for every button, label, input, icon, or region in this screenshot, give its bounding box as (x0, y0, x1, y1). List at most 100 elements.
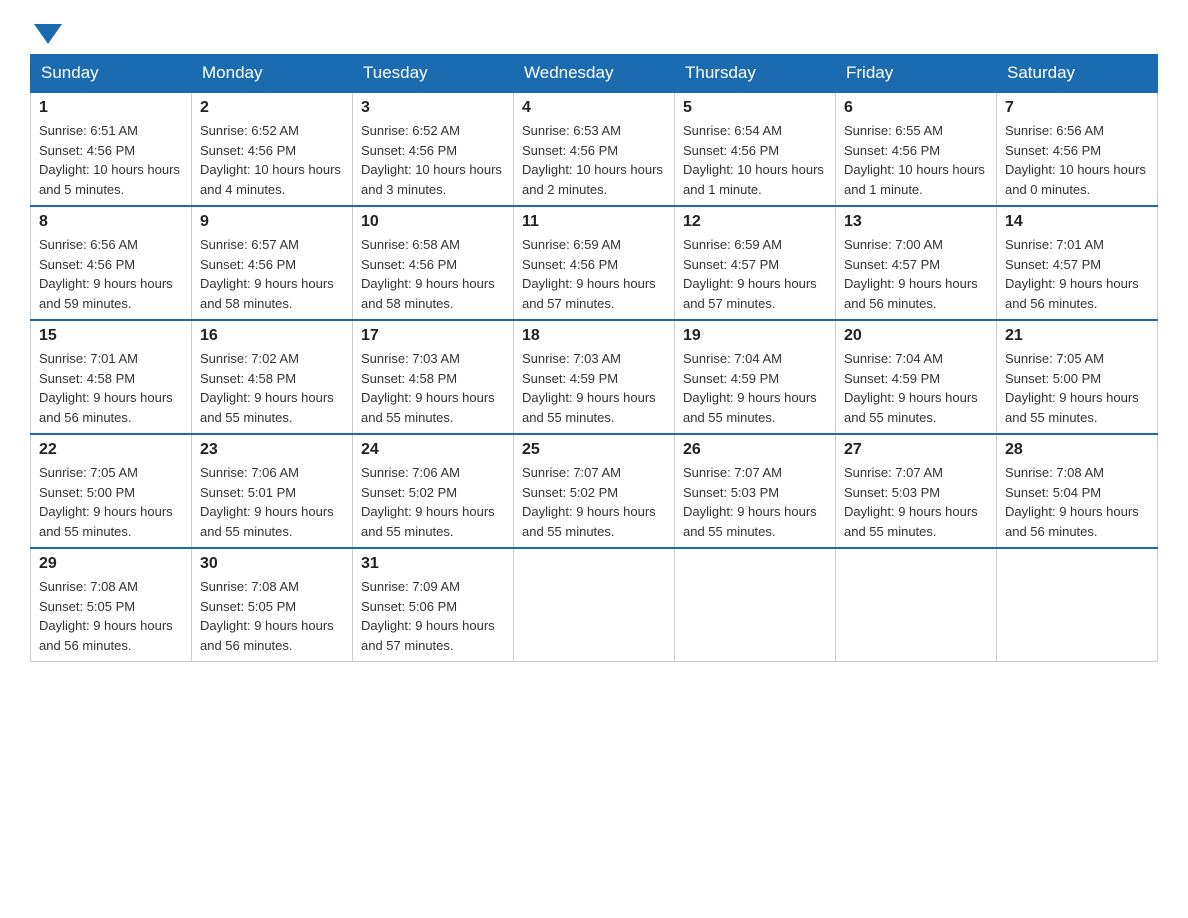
calendar-week-row: 1 Sunrise: 6:51 AM Sunset: 4:56 PM Dayli… (31, 92, 1158, 206)
day-number: 13 (844, 213, 988, 231)
calendar-week-row: 29 Sunrise: 7:08 AM Sunset: 5:05 PM Dayl… (31, 548, 1158, 662)
calendar-header-row: SundayMondayTuesdayWednesdayThursdayFrid… (31, 55, 1158, 93)
column-header-saturday: Saturday (997, 55, 1158, 93)
day-info: Sunrise: 7:01 AM Sunset: 4:58 PM Dayligh… (39, 349, 183, 427)
calendar-cell: 14 Sunrise: 7:01 AM Sunset: 4:57 PM Dayl… (997, 206, 1158, 320)
day-info: Sunrise: 7:08 AM Sunset: 5:05 PM Dayligh… (39, 577, 183, 655)
calendar-cell: 20 Sunrise: 7:04 AM Sunset: 4:59 PM Dayl… (836, 320, 997, 434)
calendar-cell: 5 Sunrise: 6:54 AM Sunset: 4:56 PM Dayli… (675, 92, 836, 206)
day-info: Sunrise: 6:52 AM Sunset: 4:56 PM Dayligh… (200, 121, 344, 199)
calendar-cell (997, 548, 1158, 662)
calendar-cell: 12 Sunrise: 6:59 AM Sunset: 4:57 PM Dayl… (675, 206, 836, 320)
calendar-cell: 15 Sunrise: 7:01 AM Sunset: 4:58 PM Dayl… (31, 320, 192, 434)
day-info: Sunrise: 7:05 AM Sunset: 5:00 PM Dayligh… (39, 463, 183, 541)
calendar-cell: 10 Sunrise: 6:58 AM Sunset: 4:56 PM Dayl… (353, 206, 514, 320)
day-info: Sunrise: 6:53 AM Sunset: 4:56 PM Dayligh… (522, 121, 666, 199)
day-info: Sunrise: 7:03 AM Sunset: 4:58 PM Dayligh… (361, 349, 505, 427)
calendar-cell: 11 Sunrise: 6:59 AM Sunset: 4:56 PM Dayl… (514, 206, 675, 320)
calendar-cell (675, 548, 836, 662)
day-number: 29 (39, 555, 183, 573)
day-info: Sunrise: 6:54 AM Sunset: 4:56 PM Dayligh… (683, 121, 827, 199)
day-info: Sunrise: 6:55 AM Sunset: 4:56 PM Dayligh… (844, 121, 988, 199)
calendar-week-row: 22 Sunrise: 7:05 AM Sunset: 5:00 PM Dayl… (31, 434, 1158, 548)
calendar-cell: 29 Sunrise: 7:08 AM Sunset: 5:05 PM Dayl… (31, 548, 192, 662)
column-header-wednesday: Wednesday (514, 55, 675, 93)
day-info: Sunrise: 7:04 AM Sunset: 4:59 PM Dayligh… (844, 349, 988, 427)
day-number: 11 (522, 213, 666, 231)
calendar-cell: 27 Sunrise: 7:07 AM Sunset: 5:03 PM Dayl… (836, 434, 997, 548)
day-number: 16 (200, 327, 344, 345)
day-number: 19 (683, 327, 827, 345)
day-number: 2 (200, 99, 344, 117)
day-number: 6 (844, 99, 988, 117)
day-info: Sunrise: 6:57 AM Sunset: 4:56 PM Dayligh… (200, 235, 344, 313)
day-number: 14 (1005, 213, 1149, 231)
day-number: 22 (39, 441, 183, 459)
page-header (30, 20, 1158, 44)
day-info: Sunrise: 6:52 AM Sunset: 4:56 PM Dayligh… (361, 121, 505, 199)
column-header-monday: Monday (192, 55, 353, 93)
day-info: Sunrise: 6:59 AM Sunset: 4:56 PM Dayligh… (522, 235, 666, 313)
day-number: 4 (522, 99, 666, 117)
day-number: 17 (361, 327, 505, 345)
day-number: 31 (361, 555, 505, 573)
calendar-cell: 21 Sunrise: 7:05 AM Sunset: 5:00 PM Dayl… (997, 320, 1158, 434)
calendar-cell: 2 Sunrise: 6:52 AM Sunset: 4:56 PM Dayli… (192, 92, 353, 206)
day-info: Sunrise: 7:03 AM Sunset: 4:59 PM Dayligh… (522, 349, 666, 427)
calendar-cell: 30 Sunrise: 7:08 AM Sunset: 5:05 PM Dayl… (192, 548, 353, 662)
calendar-cell: 9 Sunrise: 6:57 AM Sunset: 4:56 PM Dayli… (192, 206, 353, 320)
calendar-cell: 6 Sunrise: 6:55 AM Sunset: 4:56 PM Dayli… (836, 92, 997, 206)
day-info: Sunrise: 7:06 AM Sunset: 5:01 PM Dayligh… (200, 463, 344, 541)
calendar-cell: 4 Sunrise: 6:53 AM Sunset: 4:56 PM Dayli… (514, 92, 675, 206)
calendar-cell: 16 Sunrise: 7:02 AM Sunset: 4:58 PM Dayl… (192, 320, 353, 434)
day-number: 12 (683, 213, 827, 231)
day-number: 10 (361, 213, 505, 231)
calendar-cell: 23 Sunrise: 7:06 AM Sunset: 5:01 PM Dayl… (192, 434, 353, 548)
day-number: 28 (1005, 441, 1149, 459)
day-info: Sunrise: 6:58 AM Sunset: 4:56 PM Dayligh… (361, 235, 505, 313)
calendar-cell: 25 Sunrise: 7:07 AM Sunset: 5:02 PM Dayl… (514, 434, 675, 548)
day-number: 7 (1005, 99, 1149, 117)
day-number: 15 (39, 327, 183, 345)
day-info: Sunrise: 7:06 AM Sunset: 5:02 PM Dayligh… (361, 463, 505, 541)
day-info: Sunrise: 7:08 AM Sunset: 5:04 PM Dayligh… (1005, 463, 1149, 541)
day-info: Sunrise: 7:01 AM Sunset: 4:57 PM Dayligh… (1005, 235, 1149, 313)
column-header-friday: Friday (836, 55, 997, 93)
day-number: 25 (522, 441, 666, 459)
calendar-cell: 18 Sunrise: 7:03 AM Sunset: 4:59 PM Dayl… (514, 320, 675, 434)
calendar-cell: 19 Sunrise: 7:04 AM Sunset: 4:59 PM Dayl… (675, 320, 836, 434)
day-number: 5 (683, 99, 827, 117)
calendar-cell: 24 Sunrise: 7:06 AM Sunset: 5:02 PM Dayl… (353, 434, 514, 548)
day-info: Sunrise: 7:07 AM Sunset: 5:03 PM Dayligh… (683, 463, 827, 541)
day-info: Sunrise: 6:59 AM Sunset: 4:57 PM Dayligh… (683, 235, 827, 313)
calendar-cell: 7 Sunrise: 6:56 AM Sunset: 4:56 PM Dayli… (997, 92, 1158, 206)
day-number: 1 (39, 99, 183, 117)
calendar-cell: 28 Sunrise: 7:08 AM Sunset: 5:04 PM Dayl… (997, 434, 1158, 548)
logo-general-text (30, 20, 62, 44)
calendar-cell: 22 Sunrise: 7:05 AM Sunset: 5:00 PM Dayl… (31, 434, 192, 548)
calendar-cell: 26 Sunrise: 7:07 AM Sunset: 5:03 PM Dayl… (675, 434, 836, 548)
day-number: 18 (522, 327, 666, 345)
calendar-cell: 1 Sunrise: 6:51 AM Sunset: 4:56 PM Dayli… (31, 92, 192, 206)
calendar-cell: 31 Sunrise: 7:09 AM Sunset: 5:06 PM Dayl… (353, 548, 514, 662)
calendar-cell (836, 548, 997, 662)
logo (30, 20, 62, 44)
calendar-table: SundayMondayTuesdayWednesdayThursdayFrid… (30, 54, 1158, 662)
column-header-sunday: Sunday (31, 55, 192, 93)
day-info: Sunrise: 7:05 AM Sunset: 5:00 PM Dayligh… (1005, 349, 1149, 427)
day-number: 26 (683, 441, 827, 459)
logo-triangle-icon (34, 24, 62, 44)
day-info: Sunrise: 7:09 AM Sunset: 5:06 PM Dayligh… (361, 577, 505, 655)
day-info: Sunrise: 7:08 AM Sunset: 5:05 PM Dayligh… (200, 577, 344, 655)
day-number: 8 (39, 213, 183, 231)
day-number: 24 (361, 441, 505, 459)
day-info: Sunrise: 7:07 AM Sunset: 5:02 PM Dayligh… (522, 463, 666, 541)
day-info: Sunrise: 7:04 AM Sunset: 4:59 PM Dayligh… (683, 349, 827, 427)
column-header-tuesday: Tuesday (353, 55, 514, 93)
calendar-cell (514, 548, 675, 662)
day-info: Sunrise: 6:56 AM Sunset: 4:56 PM Dayligh… (39, 235, 183, 313)
day-number: 20 (844, 327, 988, 345)
day-number: 9 (200, 213, 344, 231)
day-info: Sunrise: 7:07 AM Sunset: 5:03 PM Dayligh… (844, 463, 988, 541)
calendar-cell: 13 Sunrise: 7:00 AM Sunset: 4:57 PM Dayl… (836, 206, 997, 320)
